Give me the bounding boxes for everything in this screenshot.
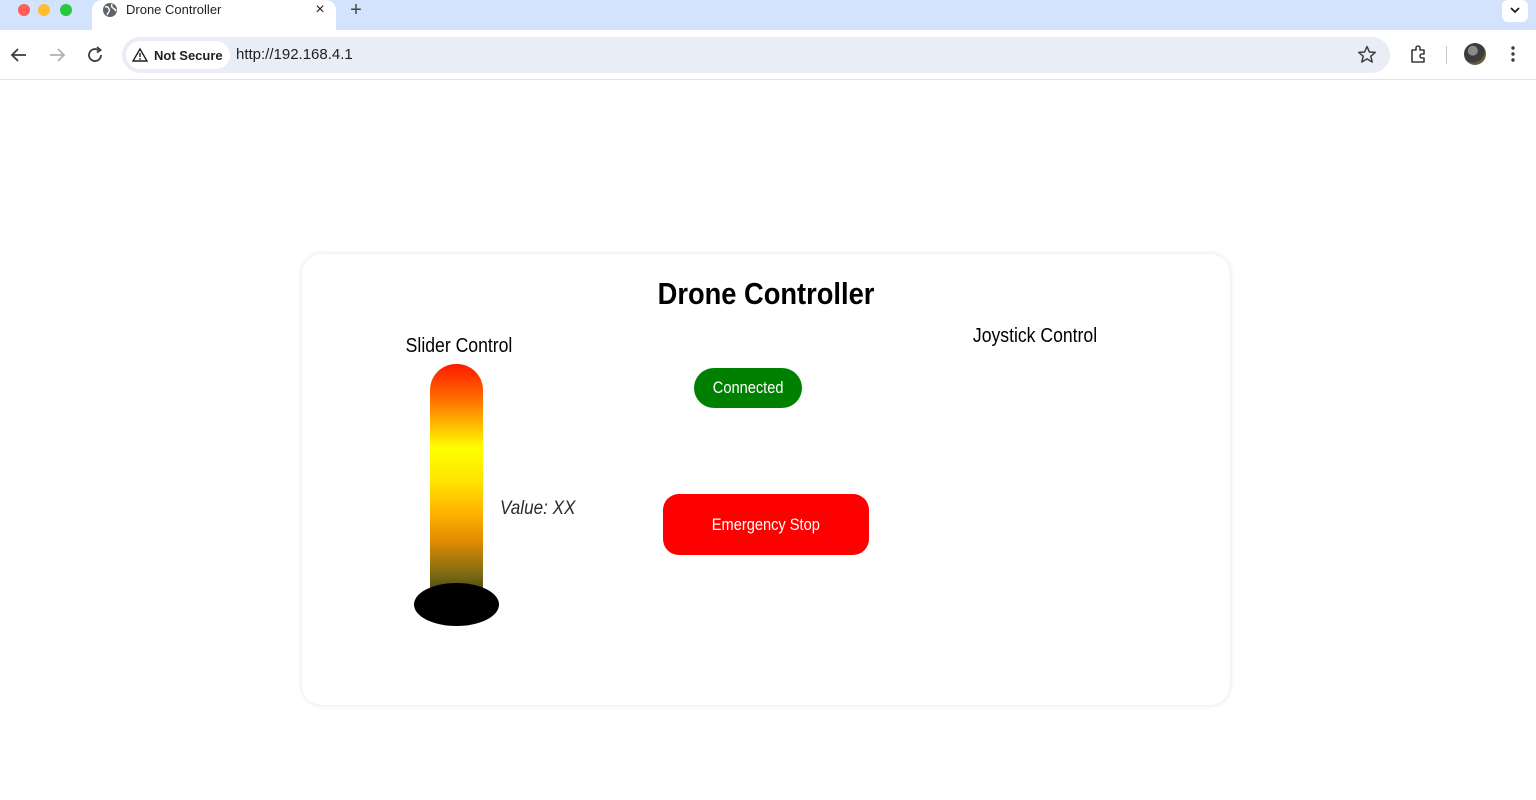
connection-status-text: Connected bbox=[712, 378, 784, 397]
kebab-menu-icon[interactable] bbox=[1502, 43, 1524, 65]
toolbar-divider bbox=[1446, 46, 1447, 64]
security-label: Not Secure bbox=[154, 47, 223, 63]
connection-status-badge: Connected bbox=[694, 368, 802, 408]
throttle-slider-thumb[interactable] bbox=[414, 583, 499, 626]
tab-strip: Drone Controller × + bbox=[0, 0, 1536, 30]
tab-title: Drone Controller bbox=[126, 2, 222, 17]
throttle-slider-track[interactable] bbox=[430, 364, 483, 604]
slider-value-label: Value: XX bbox=[500, 498, 576, 519]
url-text[interactable]: http://192.168.4.1 bbox=[236, 46, 353, 63]
window-maximize-button[interactable] bbox=[60, 4, 72, 16]
joystick-area[interactable] bbox=[942, 364, 1132, 614]
address-bar[interactable]: Not Secure http://192.168.4.1 bbox=[122, 37, 1390, 73]
star-icon[interactable] bbox=[1356, 44, 1378, 66]
globe-icon bbox=[103, 3, 117, 17]
arrow-left-icon[interactable] bbox=[7, 43, 31, 67]
window-close-button[interactable] bbox=[18, 4, 30, 16]
joystick-control-label: Joystick Control bbox=[972, 325, 1098, 347]
window-minimize-button[interactable] bbox=[38, 4, 50, 16]
chevron-down-icon bbox=[1510, 7, 1520, 14]
arrow-right-icon[interactable] bbox=[45, 43, 69, 67]
warning-triangle-icon bbox=[132, 47, 148, 62]
puzzle-icon[interactable] bbox=[1408, 43, 1430, 65]
controller-card: Drone Controller Slider Control Value: X… bbox=[302, 254, 1230, 705]
reload-icon[interactable] bbox=[83, 43, 107, 67]
page-title: Drone Controller bbox=[657, 276, 875, 311]
tab-search-button[interactable] bbox=[1502, 0, 1528, 22]
avatar[interactable] bbox=[1464, 43, 1486, 65]
slider-control-label: Slider Control bbox=[405, 335, 513, 357]
emergency-stop-button[interactable]: Emergency Stop bbox=[663, 494, 869, 555]
new-tab-button[interactable]: + bbox=[344, 0, 368, 20]
tab-drone-controller[interactable]: Drone Controller × bbox=[92, 0, 336, 30]
security-chip[interactable]: Not Secure bbox=[126, 41, 230, 69]
close-tab-icon[interactable]: × bbox=[310, 0, 330, 20]
emergency-stop-label: Emergency Stop bbox=[711, 515, 821, 534]
browser-toolbar: Not Secure http://192.168.4.1 bbox=[0, 30, 1536, 80]
